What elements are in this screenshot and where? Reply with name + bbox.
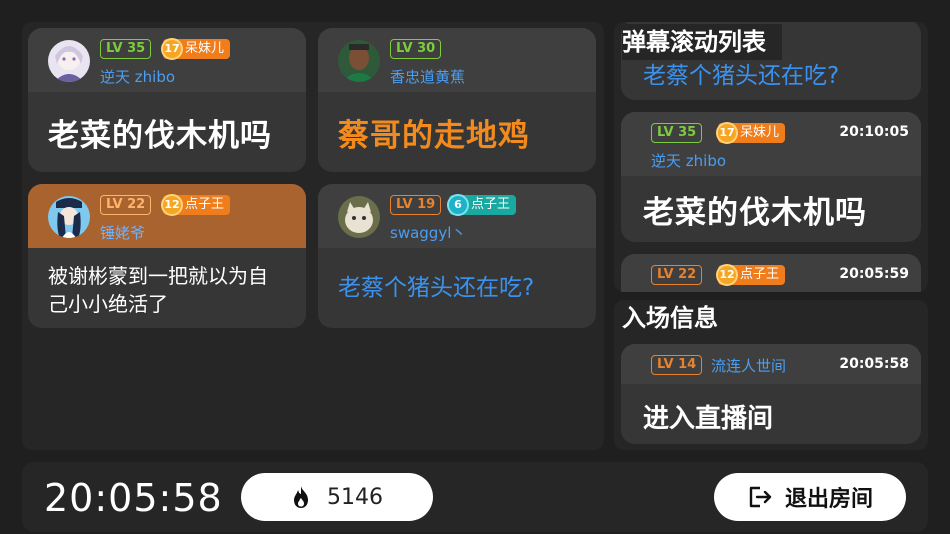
- level-badge: LV 35: [651, 123, 703, 143]
- username: 逆天 zhibo: [651, 152, 727, 170]
- fan-level-icon: 17: [716, 122, 738, 144]
- timestamp: 20:05:59: [839, 266, 909, 282]
- entry-message: 进入直播间: [643, 404, 774, 434]
- username: 锤姥爷: [100, 224, 146, 242]
- fan-badge-name: 点子王: [185, 197, 225, 212]
- fan-badge: 17 呆妹儿: [716, 122, 786, 144]
- avatar: [338, 40, 380, 82]
- fan-badge: 12 点子王: [716, 264, 786, 286]
- danmaku-message: 蔡哥的走地鸡: [338, 117, 530, 154]
- danmaku-scroll-list[interactable]: 弹幕滚动列表 老蔡个猪头还在吃? LV 35 17 呆妹儿 20:10:05 逆…: [614, 22, 928, 292]
- username: 香忠道黄蕉: [390, 68, 466, 86]
- fan-badge-name: 呆妹儿: [185, 41, 225, 56]
- fan-badge: 12 点子王: [161, 194, 231, 216]
- danmaku-list-item: LV 35 17 呆妹儿 20:10:05 逆天 zhibo 老菜的伐木机吗: [621, 112, 921, 242]
- avatar: [338, 196, 380, 238]
- popularity-count: 5146: [327, 484, 383, 510]
- level-badge: LV 30: [390, 39, 442, 59]
- flame-icon: [294, 486, 308, 508]
- fan-badge-name: 点子王: [471, 197, 511, 212]
- timestamp: 20:10:05: [839, 124, 909, 140]
- level-badge: LV 35: [100, 39, 152, 59]
- level-badge: LV 22: [651, 265, 703, 285]
- username: 流连人世间: [711, 357, 787, 375]
- exit-icon: [749, 486, 772, 508]
- fan-badge: 6 点子王: [447, 194, 517, 216]
- popularity-pill: 5146: [241, 473, 433, 521]
- danmaku-message: 老蔡个猪头还在吃?: [338, 275, 535, 301]
- username: 逆天 zhibo: [100, 68, 176, 86]
- exit-room-label: 退出房间: [784, 487, 873, 512]
- danmaku-card: LV 19 6 点子王 swaggyl丶 老蔡个猪头还在吃?: [318, 184, 596, 328]
- danmaku-grid-panel: LV 35 17 呆妹儿 逆天 zhibo 老菜的伐木机吗 LV 30 香忠道黄: [22, 22, 604, 450]
- fan-level-icon: 12: [161, 194, 183, 216]
- entry-item: LV 14 流连人世间 20:05:58 进入直播间: [621, 344, 921, 444]
- danmaku-list-title: 弹幕滚动列表: [622, 24, 782, 60]
- danmaku-message: 被谢彬蒙到一把就以为自己小小绝活了: [48, 264, 268, 316]
- danmaku-card: LV 35 17 呆妹儿 逆天 zhibo 老菜的伐木机吗: [28, 28, 306, 172]
- entry-info-title: 入场信息: [622, 300, 734, 336]
- danmaku-message: 老蔡个猪头还在吃?: [643, 63, 840, 89]
- level-badge: LV 22: [100, 195, 152, 215]
- danmaku-message: 老菜的伐木机吗: [48, 117, 272, 154]
- exit-room-button[interactable]: 退出房间: [714, 473, 906, 521]
- fan-badge-name: 呆妹儿: [740, 125, 780, 140]
- timestamp: 20:05:58: [839, 356, 909, 372]
- username: swaggyl丶: [390, 224, 467, 242]
- avatar: [48, 196, 90, 238]
- level-badge: LV 14: [651, 355, 703, 375]
- clock: 20:05:58: [44, 476, 223, 520]
- entry-info-panel: 入场信息 LV 14 流连人世间 20:05:58 进入直播间: [614, 300, 928, 450]
- footer-bar: 20:05:58 5146 退出房间: [22, 462, 928, 532]
- fan-badge: 17 呆妹儿: [161, 38, 231, 60]
- level-badge: LV 19: [390, 195, 442, 215]
- fan-badge-name: 点子王: [740, 267, 780, 282]
- fan-level-icon: 6: [447, 194, 469, 216]
- avatar: [48, 40, 90, 82]
- danmaku-card: LV 30 香忠道黄蕉 蔡哥的走地鸡: [318, 28, 596, 172]
- danmaku-list-item: LV 22 12 点子王 20:05:59: [621, 254, 921, 292]
- fan-level-icon: 12: [716, 264, 738, 286]
- danmaku-card-highlighted: LV 22 12 点子王 锤姥爷 被谢彬蒙到一把就以为自己小小绝活了: [28, 184, 306, 328]
- danmaku-message: 老菜的伐木机吗: [643, 194, 867, 231]
- fan-level-icon: 17: [161, 38, 183, 60]
